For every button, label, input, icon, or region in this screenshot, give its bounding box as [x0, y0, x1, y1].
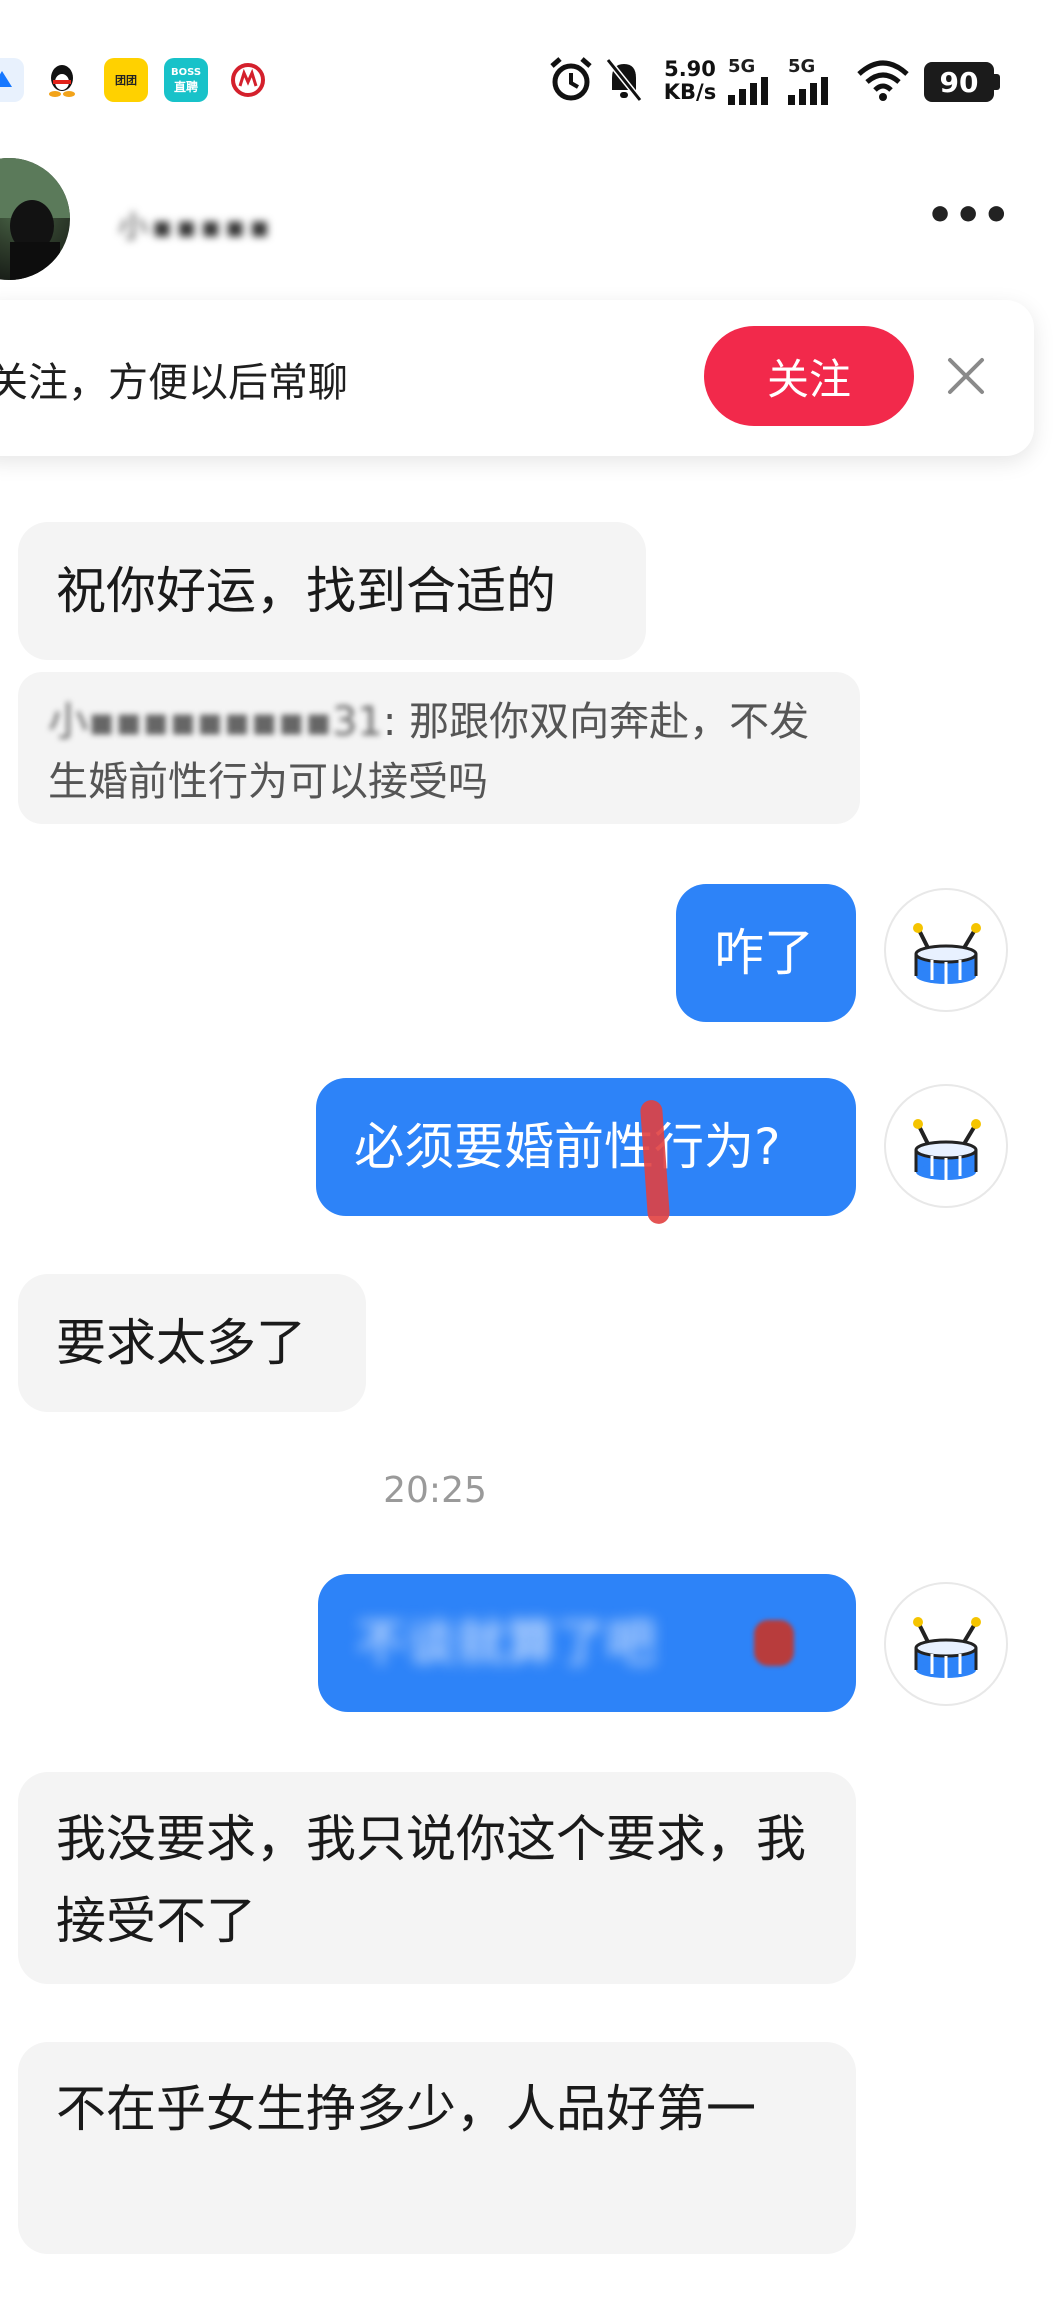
message-outgoing[interactable]: 必须要婚前性行为? [316, 1078, 856, 1216]
battery-tip [994, 74, 1000, 90]
battery-indicator: 90 [924, 62, 994, 102]
alipay-icon [0, 58, 24, 102]
signal-5g-1: 5G [726, 56, 776, 109]
drum-icon [913, 1119, 981, 1180]
quoted-message[interactable]: 小▪▪▪▪▪▪▪▪▪31: 那跟你双向奔赴，不发生婚前性行为可以接受吗 [18, 672, 860, 824]
network-speed: 5.90 KB/s [662, 58, 718, 104]
follow-banner: 关注，方便以后常聊 关注 [0, 300, 1034, 456]
drum-icon [913, 923, 981, 984]
network-speed-unit: KB/s [663, 80, 717, 104]
boss-zhipin-icon: BOSS 直聘 [164, 58, 208, 102]
self-avatar[interactable] [884, 1084, 1008, 1208]
qq-penguin-icon [40, 58, 84, 102]
self-avatar[interactable] [884, 1582, 1008, 1706]
mute-bell-icon [605, 58, 643, 102]
signal-bars-icon [728, 77, 768, 105]
message-outgoing[interactable]: 咋了 [676, 884, 856, 1022]
signal-label: 5G [788, 56, 816, 77]
signal-5g-2: 5G [786, 56, 836, 109]
message-incoming[interactable]: 我没要求，我只说你这个要求，我接受不了 [18, 1772, 856, 1984]
follow-button[interactable]: 关注 [704, 326, 914, 426]
message-incoming[interactable]: 不在乎女生挣多少，人品好第一 [18, 2042, 856, 2254]
drum-icon [913, 1617, 981, 1678]
network-speed-value: 5.90 [664, 57, 716, 81]
message-text: 必须要婚前性行为? [354, 1118, 781, 1176]
message-text-blurred: 不谈就算了吧 [356, 1614, 656, 1672]
contact-avatar[interactable] [0, 158, 70, 280]
message-incoming[interactable]: 要求太多了 [18, 1274, 366, 1412]
message-timestamp: 20:25 [383, 1470, 487, 1511]
red-redaction-mark [754, 1620, 794, 1666]
message-text: 祝你好运，找到合适的 [56, 562, 556, 620]
alarm-clock-icon [550, 57, 592, 101]
meituan-icon: 团团 [104, 58, 148, 102]
signal-bars-icon [788, 77, 828, 105]
cmb-bank-icon [226, 58, 270, 102]
status-bar: 团团 BOSS 直聘 5.90 KB/s 5G 5G 90 [0, 0, 1064, 160]
message-text: 不在乎女生挣多少，人品好第一 [56, 2080, 756, 2138]
message-text: 要求太多了 [56, 1314, 306, 1372]
self-avatar[interactable] [884, 888, 1008, 1012]
boss-label-top: BOSS [170, 67, 202, 78]
close-icon[interactable] [940, 350, 992, 402]
signal-label: 5G [728, 56, 756, 77]
follow-banner-text: 关注，方便以后常聊 [0, 360, 348, 406]
message-text: 咋了 [714, 924, 814, 982]
boss-label-bottom: 直聘 [173, 80, 198, 94]
message-text: 我没要求，我只说你这个要求，我接受不了 [56, 1810, 806, 1950]
message-incoming[interactable]: 祝你好运，找到合适的 [18, 522, 646, 660]
quote-sender: 小▪▪▪▪▪▪▪▪▪31 [48, 699, 383, 745]
wifi-icon [857, 60, 909, 101]
contact-name: 小▪▪▪▪▪ [118, 210, 274, 245]
chat-header: 小▪▪▪▪▪ ••• [0, 150, 1064, 300]
more-options-button[interactable]: ••• [926, 194, 1010, 242]
